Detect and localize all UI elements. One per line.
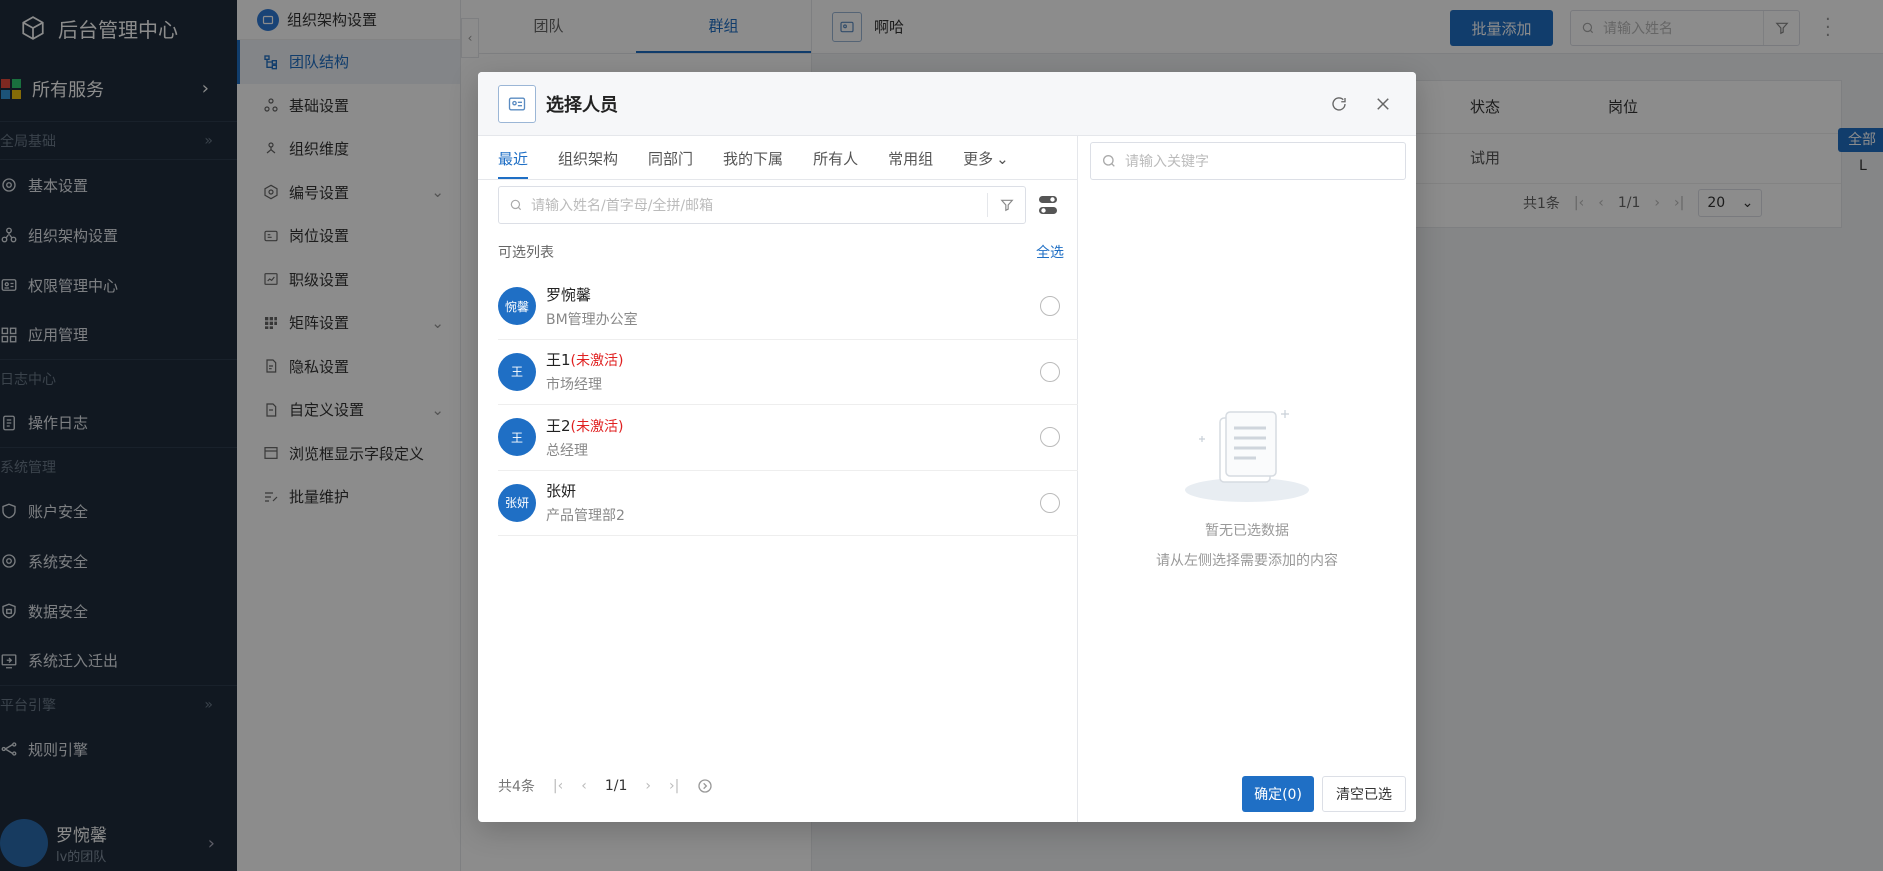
select-radio[interactable] [1040,492,1060,513]
select-radio[interactable] [1040,361,1060,382]
select-person-dialog: 选择人员 最近 组织架构 同部门 我的下属 所有人 常用组 更多 ⌄ 请输入姓名/… [478,72,1416,822]
tab-everyone[interactable]: 所有人 [813,148,858,179]
person-name: 王1(未激活) [546,351,624,370]
clear-selected-button[interactable]: 清空已选 [1322,776,1406,812]
keyword-search-input[interactable]: 请输入关键字 [1090,142,1406,180]
person-name: 王2(未激活) [546,416,624,435]
person-name: 张妍 [546,482,577,501]
empty-subtitle: 请从左侧选择需要添加的内容 [1156,553,1338,569]
tab-org-structure[interactable]: 组织架构 [558,148,618,179]
select-all-link[interactable]: 全选 [1036,242,1064,262]
list-item[interactable]: 张妍 张妍 产品管理部2 [498,471,1078,536]
toggle-settings-icon[interactable] [1038,194,1058,216]
candidate-pane: 最近 组织架构 同部门 我的下属 所有人 常用组 更多 ⌄ 请输入姓名/首字母/全… [478,136,1078,822]
select-radio[interactable] [1040,296,1060,317]
list-header: 可选列表 全选 [498,242,1064,262]
tab-more[interactable]: 更多 ⌄ [963,148,1009,179]
empty-title: 暂无已选数据 [1205,523,1289,539]
person-department: BM管理办公室 [546,311,638,328]
list-pagination: 共4条 |‹ ‹ 1/1 › ›| [498,776,713,796]
last-page-icon[interactable]: ›| [669,778,679,794]
empty-document-icon [1185,410,1309,502]
inactive-badge: (未激活) [570,418,624,435]
dialog-title: 选择人员 [546,94,618,116]
tab-same-department[interactable]: 同部门 [648,148,693,179]
id-card-icon [498,84,536,123]
confirm-button[interactable]: 确定(0) [1242,776,1314,812]
chevron-down-icon: ⌄ [996,149,1009,168]
list-label: 可选列表 [498,245,554,261]
search-icon [1103,155,1115,167]
tab-common-groups[interactable]: 常用组 [888,148,933,179]
avatar: 王 [498,418,536,457]
dialog-header: 选择人员 [478,72,1416,136]
selector-tabs: 最近 组织架构 同部门 我的下属 所有人 常用组 更多 ⌄ [478,136,1077,180]
next-page-icon[interactable]: › [645,778,651,794]
close-icon[interactable] [1374,95,1392,113]
prev-page-icon[interactable]: ‹ [581,778,587,794]
avatar: 王 [498,352,536,391]
selected-pane: 请输入关键字 暂无已选数据 请从左侧选择需要添加的内容 确定(0) 清空已选 [1078,136,1416,822]
goto-page-icon[interactable] [697,778,713,794]
search-placeholder: 请输入关键字 [1125,154,1209,170]
avatar: 惋馨 [498,287,536,326]
refresh-icon[interactable] [1330,95,1348,113]
search-placeholder: 请输入姓名/首字母/全拼/邮箱 [531,198,714,214]
person-name: 罗惋馨 [546,285,592,304]
tab-recent[interactable]: 最近 [498,148,529,179]
total-count: 共4条 [498,779,535,795]
list-item[interactable]: 王 王2(未激活) 总经理 [498,405,1078,471]
list-item[interactable]: 惋馨 罗惋馨 BM管理办公室 [498,274,1078,340]
person-department: 总经理 [546,442,588,459]
person-search-input[interactable]: 请输入姓名/首字母/全拼/邮箱 [498,186,1026,224]
tab-subordinates[interactable]: 我的下属 [723,148,783,179]
person-department: 产品管理部2 [546,508,625,525]
person-list: 惋馨 罗惋馨 BM管理办公室 王 王1(未激活) 市场经理 王 王2(未激活) 总经理… [498,274,1078,536]
avatar: 张妍 [498,483,536,522]
empty-state: 暂无已选数据 请从左侧选择需要添加的内容 [1078,406,1416,570]
person-department: 市场经理 [546,377,602,394]
search-icon [510,199,522,211]
filter-icon[interactable] [987,193,1025,217]
select-radio[interactable] [1040,427,1060,448]
page-indicator: 1/1 [604,778,628,794]
inactive-badge: (未激活) [570,353,624,370]
list-item[interactable]: 王 王1(未激活) 市场经理 [498,340,1078,405]
first-page-icon[interactable]: |‹ [553,778,563,794]
